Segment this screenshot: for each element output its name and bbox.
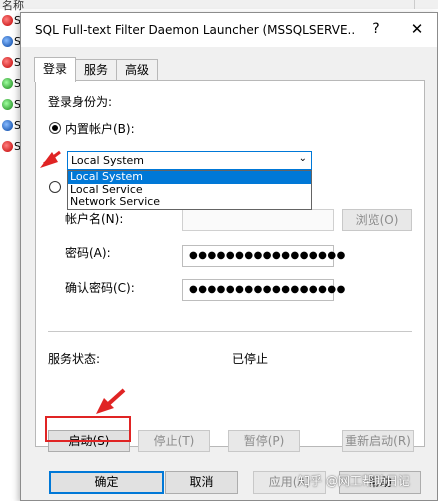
arrow-to-combo-icon [40,150,61,168]
tab-logon[interactable]: 登录 [34,57,77,82]
arrow-to-start-icon [96,388,126,414]
screen: 名称 SGSGSGSGSGSGSG SQL Full-text Filter D… [0,0,438,501]
watermark: 知乎 @网工帮助日记 [298,474,410,488]
dropdown-option-local-system[interactable]: Local System [68,170,311,184]
dropdown-option-network-service[interactable]: Network Service [68,195,311,209]
account-dropdown-list: Local System Local Service Network Servi… [67,170,312,210]
